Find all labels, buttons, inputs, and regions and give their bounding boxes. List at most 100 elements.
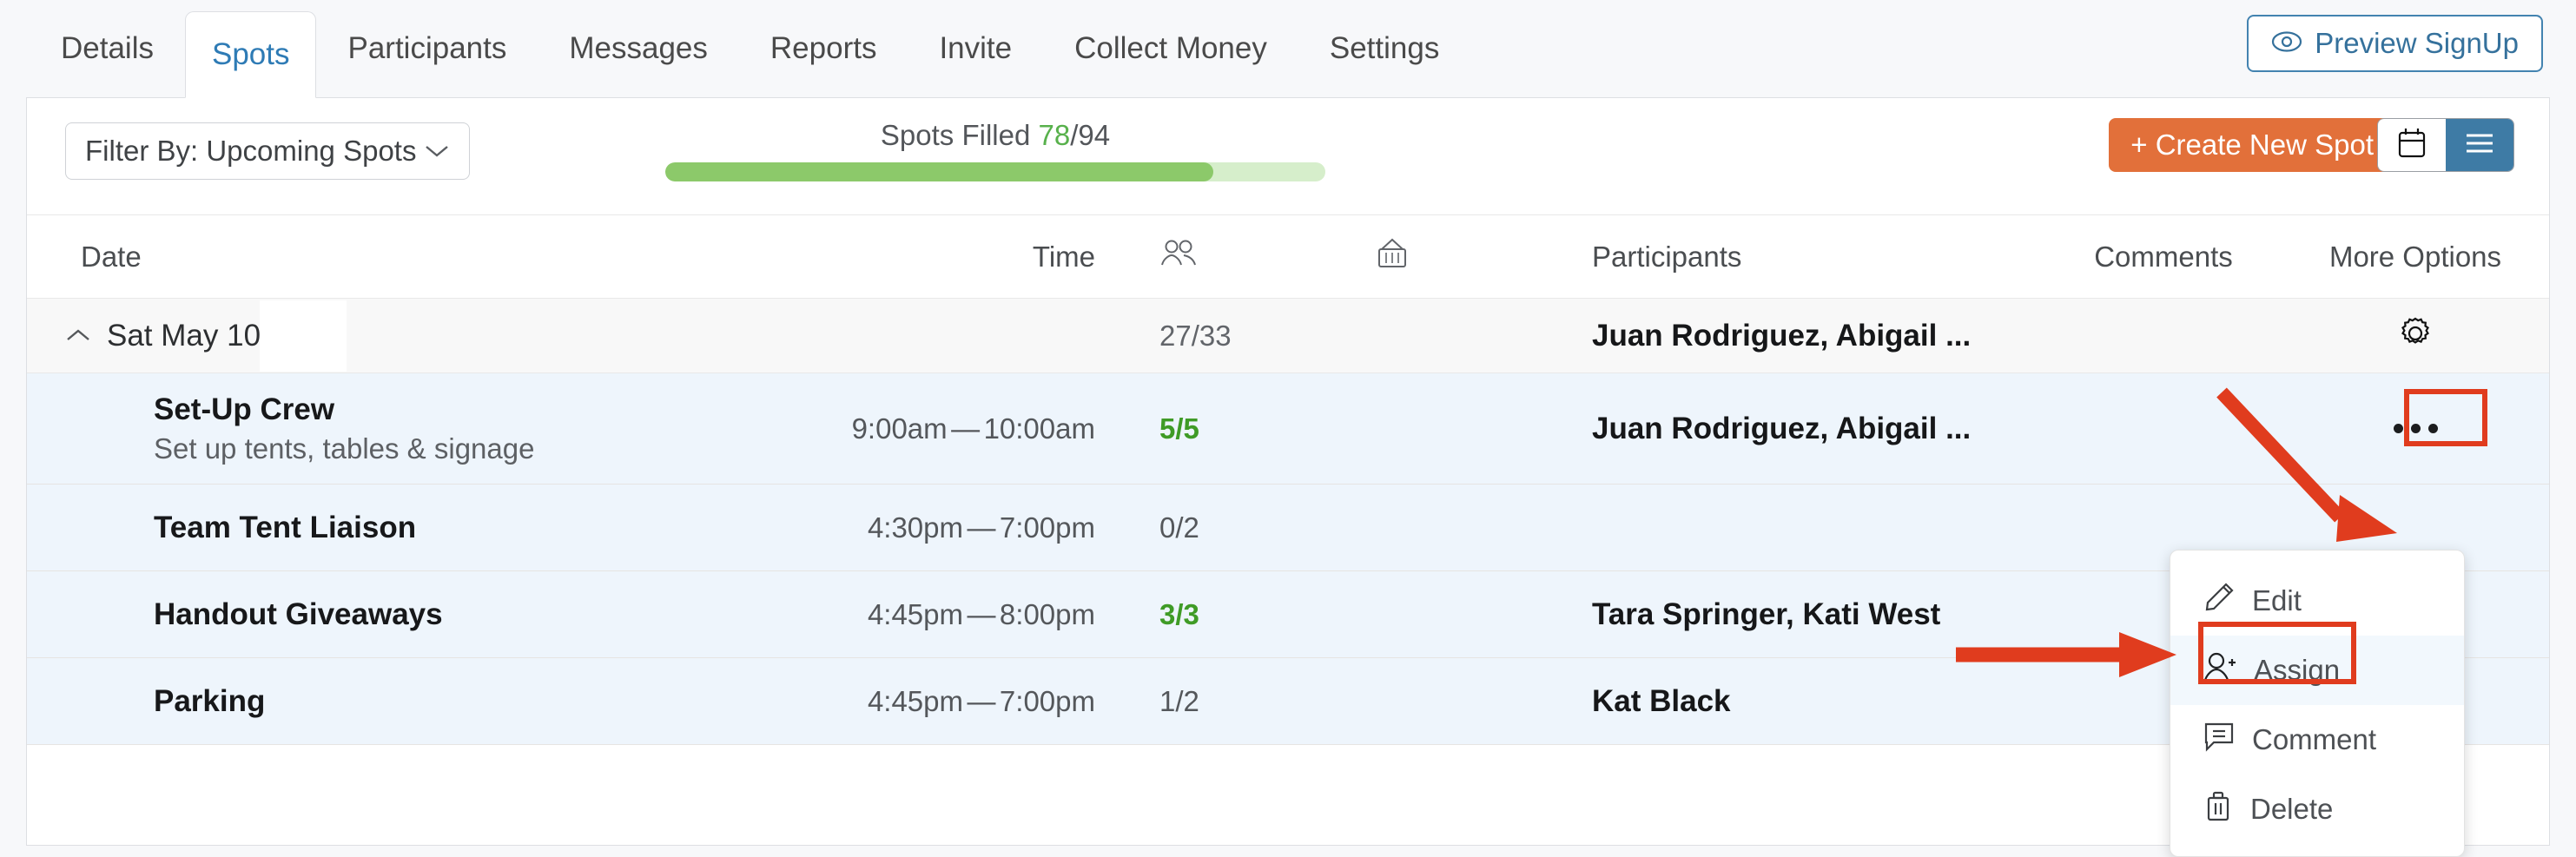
- calendar-icon: [2397, 127, 2427, 164]
- chevron-down-icon: [424, 138, 450, 165]
- create-new-spot-label: + Create New Spot: [2130, 129, 2374, 161]
- progress-bar-track: [665, 162, 1325, 181]
- menu-item-comment[interactable]: Comment: [2170, 705, 2464, 775]
- menu-item-edit-label: Edit: [2252, 584, 2302, 616]
- preview-signup-label: Preview SignUp: [2315, 27, 2519, 59]
- tab-spots[interactable]: Spots: [184, 11, 317, 98]
- spots-filled-text: Spots Filled 78/94: [665, 119, 1325, 152]
- spot-count-cell: 0/2: [1095, 511, 1356, 544]
- date-group-settings-cell: [2294, 314, 2537, 357]
- date-group-row[interactable]: Sat May 10 27/33 Juan Rodriguez, Abigail…: [27, 299, 2549, 373]
- tab-collect-money[interactable]: Collect Money: [1043, 0, 1298, 97]
- spot-count-cell: 1/2: [1095, 685, 1356, 718]
- dot: [2393, 424, 2403, 433]
- spot-participants: Tara Springer, Kati West: [1592, 597, 1941, 631]
- chevron-up-icon[interactable]: [65, 322, 91, 349]
- tab-list: Details Spots Participants Messages Repo…: [30, 0, 1470, 98]
- table-row[interactable]: Set-Up Crew Set up tents, tables & signa…: [27, 373, 2549, 485]
- spot-start-time: 4:45pm: [867, 684, 964, 717]
- spot-count-cell: 3/3: [1095, 598, 1356, 631]
- spot-count-cell: 5/5: [1095, 412, 1356, 445]
- menu-item-edit[interactable]: Edit: [2170, 566, 2464, 636]
- menu-item-delete[interactable]: Delete: [2170, 775, 2464, 844]
- date-group-count: 27/33: [1159, 319, 1232, 352]
- eye-icon: [2271, 27, 2302, 60]
- spot-name-cell: Set-Up Crew Set up tents, tables & signa…: [27, 392, 791, 465]
- list-view-button[interactable]: [2446, 119, 2513, 171]
- spot-name-cell: Team Tent Liaison: [27, 511, 791, 545]
- table-header-row: Date Time Participants Comments More Opt…: [27, 215, 2549, 299]
- tab-details[interactable]: Details: [30, 0, 185, 97]
- preview-signup-button[interactable]: Preview SignUp: [2247, 15, 2543, 72]
- spot-subtitle: Set up tents, tables & signage: [154, 432, 535, 465]
- spot-end-time: 7:00pm: [999, 511, 1095, 544]
- ellipsis-icon[interactable]: [2381, 406, 2449, 452]
- row-context-menu: Edit Assign Comment Delete: [2170, 550, 2465, 857]
- spot-count: 1/2: [1159, 684, 1199, 717]
- menu-item-delete-label: Delete: [2250, 793, 2334, 825]
- tab-bar: Details Spots Participants Messages Repo…: [0, 0, 2576, 98]
- comment-icon: [2202, 720, 2236, 760]
- date-group-participants: Juan Rodriguez, Abigail ...: [1592, 318, 1972, 353]
- spot-end-time: 8:00pm: [999, 597, 1095, 630]
- spot-count: 5/5: [1159, 412, 1199, 445]
- spot-participants-cell: Tara Springer, Kati West: [1573, 597, 2033, 632]
- spot-start-time: 4:30pm: [867, 511, 964, 544]
- date-group-label-cell: Sat May 10: [27, 319, 791, 353]
- spot-participants: Juan Rodriguez, Abigail ...: [1592, 411, 1972, 445]
- date-group-participants-cell: Juan Rodriguez, Abigail ...: [1573, 319, 2033, 353]
- spots-filled-count: 78: [1038, 119, 1071, 151]
- spot-title: Parking: [154, 683, 266, 718]
- spot-name-cell: Handout Giveaways: [27, 597, 791, 632]
- people-icon: [1159, 240, 1198, 274]
- create-new-spot-button[interactable]: + Create New Spot: [2109, 118, 2395, 172]
- spots-filled-total: /94: [1070, 119, 1111, 151]
- time-dash: —: [967, 597, 996, 630]
- spot-count: 3/3: [1159, 597, 1199, 630]
- column-header-time: Time: [1032, 240, 1095, 273]
- column-header-people: [1095, 239, 1356, 275]
- trash-icon: [2202, 788, 2235, 830]
- spots-filled-progress: Spots Filled 78/94: [665, 119, 1325, 181]
- spot-more-options-cell: [2294, 505, 2537, 550]
- column-header-date: Date: [81, 240, 142, 273]
- column-header-more-options: More Options: [2328, 240, 2502, 273]
- spot-more-options-cell: [2294, 406, 2537, 452]
- spot-time-cell: 4:45pm — 8:00pm: [791, 598, 1095, 631]
- filter-by-select[interactable]: Filter By: Upcoming Spots: [65, 122, 470, 180]
- dot: [2410, 424, 2421, 433]
- spot-time-cell: 4:30pm — 7:00pm: [791, 511, 1095, 544]
- spot-count: 0/2: [1159, 511, 1199, 544]
- calendar-view-button[interactable]: [2378, 119, 2446, 171]
- gift-basket-icon: [1375, 238, 1410, 276]
- view-toggle-group: [2377, 118, 2514, 172]
- time-dash: —: [967, 511, 996, 544]
- date-group-date: Sat May 10: [107, 318, 261, 353]
- menu-item-assign[interactable]: Assign: [2170, 636, 2464, 705]
- tab-settings[interactable]: Settings: [1298, 0, 1470, 97]
- tab-messages[interactable]: Messages: [538, 0, 739, 97]
- menu-item-comment-label: Comment: [2252, 723, 2377, 755]
- spot-participants-cell: Kat Black: [1573, 684, 2033, 719]
- column-header-participants: Participants: [1592, 240, 1742, 273]
- time-dash: —: [951, 412, 981, 445]
- spots-filled-label: Spots Filled: [880, 119, 1031, 151]
- filter-by-value: Filter By: Upcoming Spots: [85, 135, 417, 167]
- dot: [2427, 424, 2438, 433]
- tab-reports[interactable]: Reports: [739, 0, 908, 97]
- gear-icon[interactable]: [2396, 314, 2434, 357]
- time-dash: —: [967, 684, 996, 717]
- spot-title: Handout Giveaways: [154, 597, 443, 631]
- menu-item-assign-label: Assign: [2254, 654, 2341, 686]
- tab-participants[interactable]: Participants: [316, 0, 538, 97]
- tab-invite[interactable]: Invite: [908, 0, 1043, 97]
- progress-bar-fill: [665, 162, 1213, 181]
- person-add-icon: [2202, 650, 2238, 690]
- spot-title: Team Tent Liaison: [154, 510, 417, 544]
- spot-participants-cell: Juan Rodriguez, Abigail ...: [1573, 412, 2033, 446]
- spot-time-cell: 9:00am — 10:00am: [791, 412, 1095, 445]
- spot-participants: Kat Black: [1592, 683, 1731, 718]
- pencil-icon: [2202, 580, 2236, 622]
- column-header-comments: Comments: [2094, 240, 2233, 273]
- spot-start-time: 4:45pm: [867, 597, 964, 630]
